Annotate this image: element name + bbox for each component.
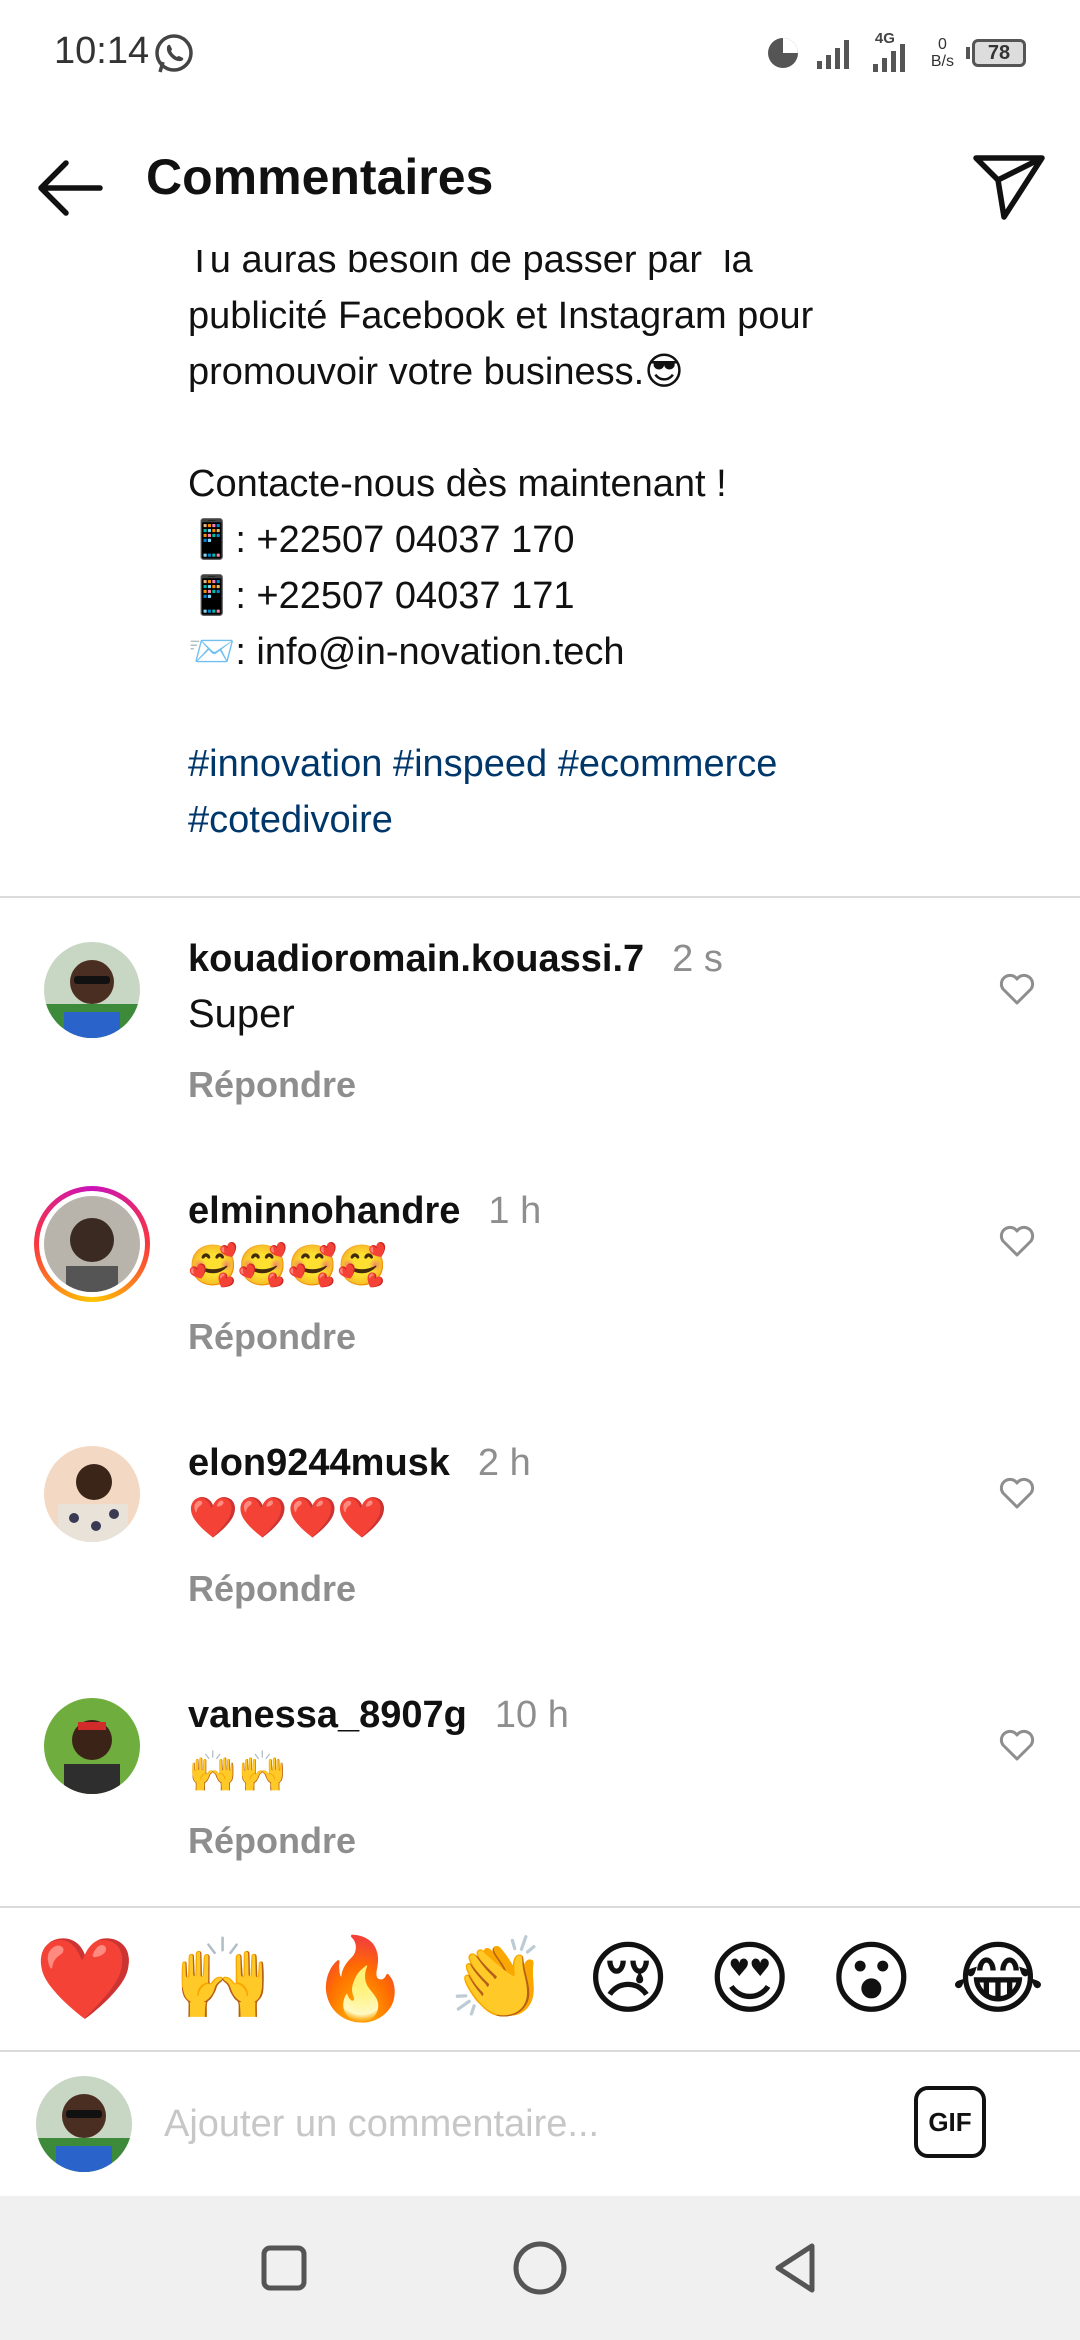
heart-icon[interactable] [998,1222,1036,1260]
header: Commentaires [0,108,1080,250]
caption-line: 📱: +22507 04037 171 [188,575,575,617]
avatar-story-ring[interactable] [34,1186,150,1302]
home-icon[interactable] [510,2238,570,2298]
whatsapp-icon [155,34,193,73]
reply-button[interactable]: Répondre [188,1316,356,1358]
avatar[interactable] [44,1698,140,1794]
comment-text: 🙌🙌 [188,1750,288,1794]
arrow-left-icon[interactable] [32,148,112,228]
emoji-clap[interactable]: 👏 [449,1939,549,2019]
status-bar: 10:14 4G 0 B/s 78 [0,0,1080,108]
emoji-crying[interactable]: 😢 [586,1939,669,2019]
system-nav-bar [0,2196,1080,2340]
divider [0,896,1080,898]
comment-username[interactable]: elminnohandre 1 h [188,1190,541,1233]
comment-item: elon9244musk 2 h ❤️❤️❤️❤️ Répondre [0,1424,1080,1674]
comment-text: Super [188,992,295,1036]
comment-time: 2 s [672,938,723,980]
emoji-laughing[interactable]: 😂 [951,1939,1044,2019]
comment-composer: GIF [0,2052,1080,2194]
avatar[interactable] [44,1446,140,1542]
avatar[interactable] [44,942,140,1038]
battery-level: 78 [972,39,1026,67]
emoji-raised-hands[interactable]: 🙌 [173,1939,273,2019]
comment-input[interactable] [164,2092,864,2156]
caption-line: 📨: info@in-novation.tech [188,631,625,673]
reply-button[interactable]: Répondre [188,1820,356,1862]
gif-button[interactable]: GIF [914,2086,986,2158]
caption-line [188,680,1048,736]
status-icons: 4G 0 B/s 78 [763,28,1026,78]
comment-item: elminnohandre 1 h 🥰🥰🥰🥰 Répondre [0,1172,1080,1422]
emoji-fire[interactable]: 🔥 [311,1939,411,2019]
signal-icon [816,40,849,69]
hashtag-link[interactable]: #innovation #inspeed #ecommerce [188,736,1048,792]
comment-time: 10 h [494,1694,569,1736]
recents-icon[interactable] [254,2238,314,2298]
battery-icon: 78 [966,39,1026,67]
comment-text: 🥰🥰🥰🥰 [188,1244,388,1288]
reply-button[interactable]: Répondre [188,1568,356,1610]
comment-text: ❤️❤️❤️❤️ [188,1496,388,1540]
emoji-heart-eyes[interactable]: 😍 [708,1939,791,2019]
hashtag-link[interactable]: #cotedivoire [188,792,1048,848]
heart-icon[interactable] [998,1474,1036,1512]
avatar [36,2076,132,2172]
comment-time: 1 h [488,1190,542,1232]
data-saver-icon [767,38,798,68]
heart-icon[interactable] [998,970,1036,1008]
post-caption: Tu auras besoin de passer par la publici… [188,232,1048,848]
heart-icon[interactable] [998,1726,1036,1764]
paper-plane-icon[interactable] [968,144,1050,226]
caption-line: Contacte-nous dès maintenant ! [188,463,727,505]
net-speed: 0 B/s [930,36,954,70]
emoji-reaction-bar: ❤️ 🙌 🔥 👏 😢 😍 😮 😂 [0,1908,1080,2050]
caption-line: 📱: +22507 04037 170 [188,519,575,561]
comment-item: kouadioromain.kouassi.7 2 s Super Répondr… [0,920,1080,1170]
reply-button[interactable]: Répondre [188,1064,356,1106]
status-time: 10:14 [54,30,150,72]
comment-item: vanessa_8907g 10 h 🙌🙌 Répondre [0,1676,1080,1926]
signal-4g-icon: 4G [871,30,919,74]
caption-line [188,400,1048,456]
caption-line: publicité Facebook et Instagram pour [188,295,814,337]
comment-username[interactable]: elon9244musk 2 h [188,1442,531,1485]
caption-line: promouvoir votre business.😎 [188,351,684,393]
back-nav-icon[interactable] [766,2238,826,2298]
comment-username[interactable]: kouadioromain.kouassi.7 2 s [188,938,723,981]
comment-username[interactable]: vanessa_8907g 10 h [188,1694,569,1737]
comment-time: 2 h [477,1442,531,1484]
avatar [44,1196,140,1292]
emoji-heart[interactable]: ❤️ [35,1939,135,2019]
emoji-surprised[interactable]: 😮 [830,1939,913,2019]
page-title: Commentaires [146,149,494,205]
